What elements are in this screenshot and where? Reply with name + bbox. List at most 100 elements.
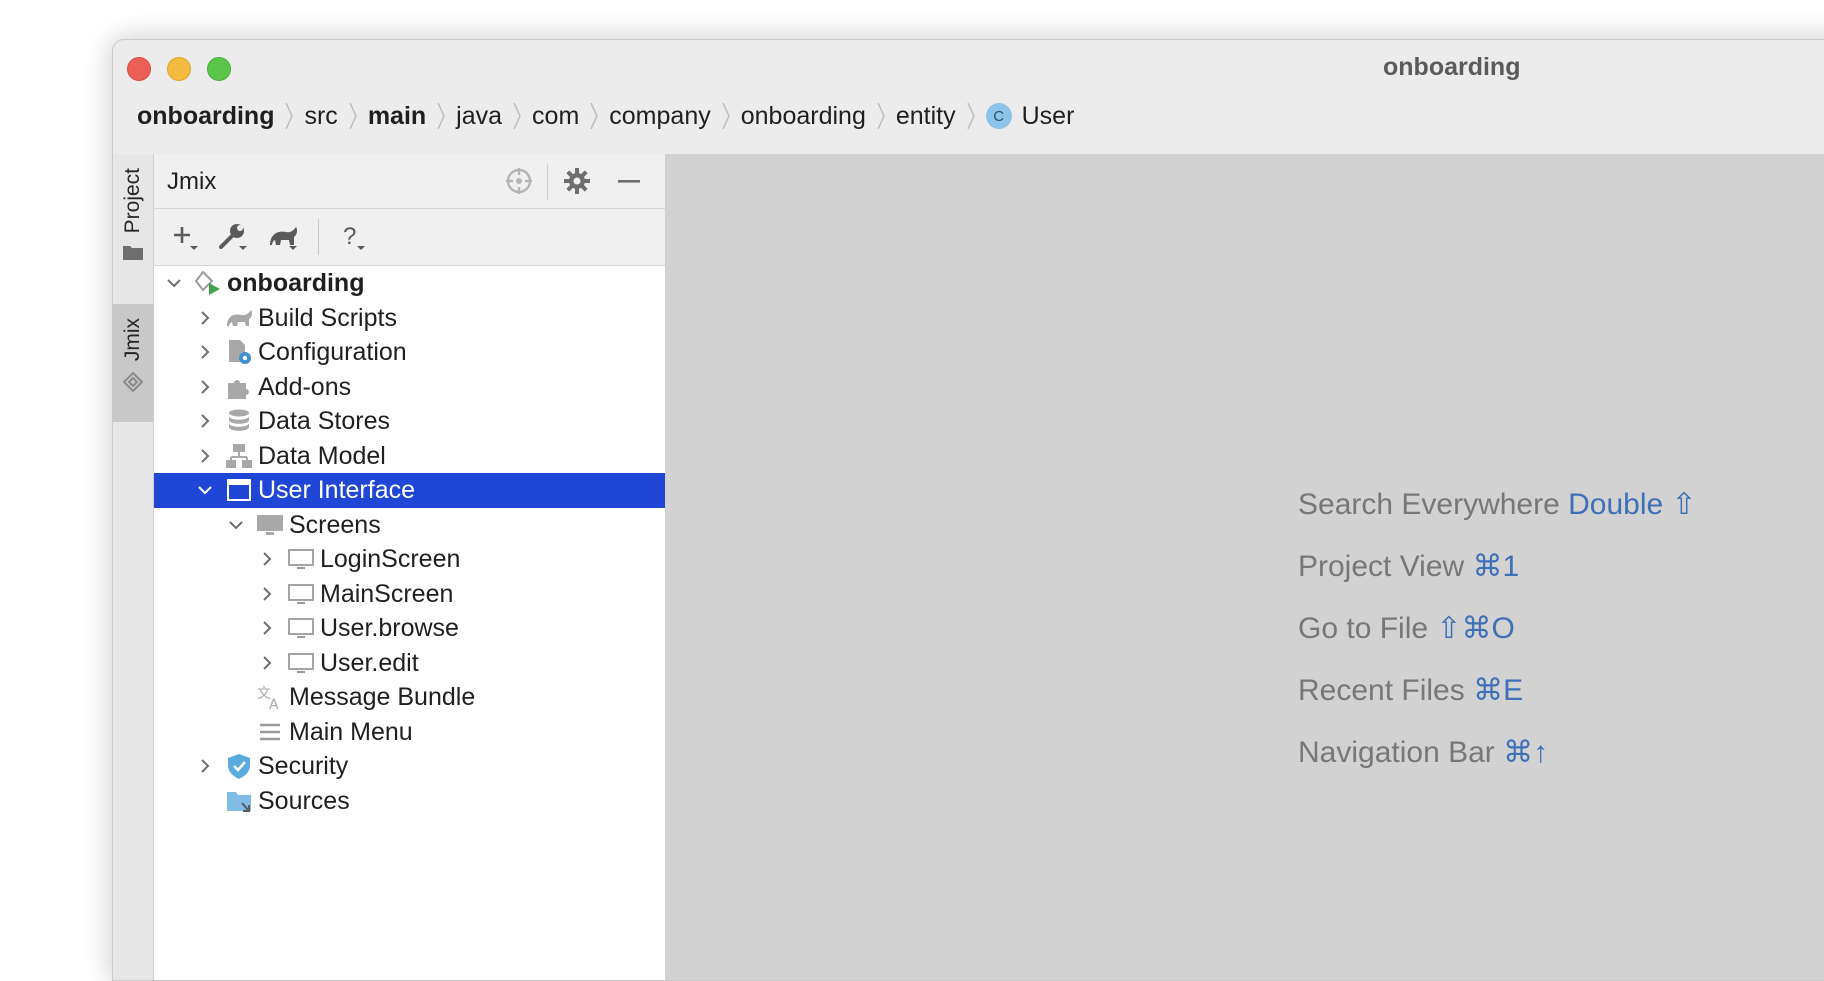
breadcrumb-label: onboarding (740, 101, 866, 130)
breadcrumb-separator-icon (590, 102, 599, 130)
chevron-right-icon[interactable] (257, 549, 277, 569)
config-file-icon (229, 340, 251, 364)
add-icon[interactable] (168, 221, 202, 255)
tab-project-label: Project (121, 168, 144, 234)
shortcut-hint: Go to File ⇧⌘O (1298, 611, 1515, 646)
chevron-right-icon[interactable] (195, 756, 215, 776)
editor-area: Search Everywhere Double ⇧ Project View ⌘… (666, 154, 1824, 980)
tree-node-loginscreen[interactable]: LoginScreen (154, 542, 665, 577)
tree-node-label: MainScreen (320, 579, 454, 608)
jmix-project-icon (194, 270, 220, 295)
tree-node-add-ons[interactable]: Add-ons (154, 370, 665, 405)
breadcrumb-item[interactable]: entity (896, 101, 986, 131)
shortcut-hint: Search Everywhere Double ⇧ (1298, 487, 1697, 522)
tree-node-configuration[interactable]: Configuration (154, 335, 665, 370)
tab-project[interactable]: Project (113, 154, 153, 276)
zoom-window-button[interactable] (207, 57, 231, 81)
breadcrumb-label: User (1021, 101, 1075, 130)
tree-node-data-model[interactable]: Data Model (154, 439, 665, 474)
shield-icon (228, 754, 250, 779)
gradle-icon (227, 309, 253, 326)
source-folder-icon (227, 791, 251, 812)
breadcrumb-item[interactable]: java (456, 101, 532, 131)
tab-jmix[interactable]: Jmix (113, 304, 153, 422)
monitor-icon (288, 549, 314, 569)
breadcrumb-item[interactable]: main (368, 101, 456, 131)
panel-toolbar: ? (154, 209, 665, 266)
breadcrumb-label: company (609, 101, 711, 130)
folder-icon (123, 246, 143, 261)
tree-node-label: Main Menu (289, 717, 413, 746)
wrench-icon[interactable] (217, 221, 251, 255)
tree-node-label: Build Scripts (258, 303, 397, 332)
database-icon (229, 409, 249, 431)
breadcrumb-item[interactable]: C User (985, 101, 1075, 131)
minimize-window-button[interactable] (167, 57, 191, 81)
tool-window-stripe: Project Jmix (113, 154, 154, 980)
panel-title: Jmix (167, 168, 217, 195)
locate-icon[interactable] (505, 167, 533, 195)
tree-node-user-interface[interactable]: User Interface (154, 473, 665, 508)
chevron-right-icon[interactable] (195, 342, 215, 362)
tree-node-label: LoginScreen (320, 545, 461, 573)
shortcut-hint-label: Go to File (1298, 612, 1429, 645)
tree-node-label: Message Bundle (289, 683, 476, 711)
shortcut-hint-label: Project View (1298, 550, 1465, 583)
chevron-right-icon[interactable] (195, 411, 215, 431)
class-icon: C (985, 103, 1012, 129)
gradle-icon[interactable] (267, 221, 301, 255)
chevron-right-icon[interactable] (195, 377, 215, 397)
breadcrumb-item[interactable]: src (304, 101, 367, 131)
hierarchy-icon (226, 443, 252, 468)
chevron-right-icon[interactable] (195, 308, 215, 328)
svg-text:A: A (269, 697, 279, 711)
chevron-down-icon[interactable] (164, 273, 184, 293)
shortcut-hint-label: Navigation Bar (1298, 736, 1495, 769)
tree-node-label: Configuration (258, 338, 407, 366)
tree-node-mainscreen[interactable]: MainScreen (154, 577, 665, 612)
tree-node-sources[interactable]: Sources (154, 784, 665, 819)
help-icon[interactable]: ? (337, 221, 371, 255)
tree-node-label: onboarding (227, 269, 365, 297)
breadcrumb-label: main (367, 101, 427, 130)
minimize-panel-icon[interactable] (615, 167, 643, 195)
tree-node-user-browse[interactable]: User.browse (154, 611, 665, 646)
chevron-down-icon[interactable] (226, 515, 246, 535)
window-icon (227, 479, 251, 501)
panel-header: Jmix (154, 154, 665, 209)
jmix-logo-icon (122, 371, 144, 393)
breadcrumb-item[interactable]: onboarding (137, 101, 304, 131)
monitor-filled-icon (257, 514, 283, 535)
close-window-button[interactable] (127, 57, 151, 81)
translate-icon: 文A (257, 686, 279, 711)
breadcrumb-label: entity (895, 101, 956, 130)
tree-node-user-edit[interactable]: User.edit (154, 646, 665, 681)
chevron-down-icon[interactable] (195, 480, 215, 500)
breadcrumb-item[interactable]: company (609, 101, 740, 131)
shortcut-hint-key: ⌘E (1473, 674, 1524, 707)
tree-node-message-bundle[interactable]: 文 A Message Bundle (154, 680, 665, 715)
breadcrumb-separator-icon (437, 102, 445, 130)
tree-node-screens[interactable]: Screens (154, 508, 665, 543)
breadcrumb-item[interactable]: onboarding (741, 101, 896, 131)
shortcut-hint: Project View ⌘1 (1298, 549, 1519, 584)
breadcrumb-label: src (304, 101, 338, 130)
tree-node-onboarding[interactable]: onboarding (154, 266, 665, 301)
shortcut-hint-key: ⇧⌘O (1436, 612, 1515, 645)
shortcut-hint-key: ⌘1 (1472, 550, 1520, 583)
chevron-right-icon[interactable] (195, 446, 215, 466)
breadcrumb-separator-icon (722, 102, 730, 130)
svg-text:?: ? (343, 223, 356, 250)
breadcrumb-item[interactable]: com (532, 101, 609, 131)
gear-icon[interactable] (563, 167, 591, 195)
puzzle-icon (228, 379, 249, 399)
chevron-right-icon[interactable] (257, 653, 277, 673)
tree-node-main-menu[interactable]: Main Menu (154, 715, 665, 750)
chevron-right-icon[interactable] (257, 618, 277, 638)
shortcut-hint-label: Recent Files (1298, 674, 1465, 707)
tree-node-data-stores[interactable]: Data Stores (154, 404, 665, 439)
breadcrumb-label: com (532, 101, 580, 130)
tree-node-security[interactable]: Security (154, 749, 665, 784)
chevron-right-icon[interactable] (257, 584, 277, 604)
tree-node-build-scripts[interactable]: Build Scripts (154, 301, 665, 336)
